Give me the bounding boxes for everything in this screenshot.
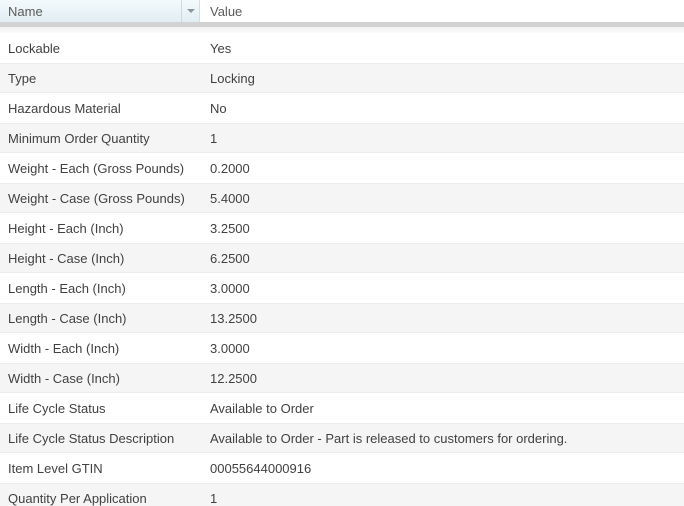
column-header-value[interactable]: Value	[200, 0, 684, 22]
value-cell: Yes	[210, 40, 232, 56]
name-cell: Weight - Case (Gross Pounds)	[8, 190, 185, 206]
name-cell: Minimum Order Quantity	[8, 130, 150, 146]
table-row[interactable]: Height - Case (Inch) 6.2500	[0, 243, 684, 273]
value-cell: 1	[210, 130, 218, 146]
name-cell: Quantity Per Application	[8, 490, 147, 506]
column-header-name-label: Name	[8, 3, 43, 19]
column-header-name[interactable]: Name	[0, 0, 200, 22]
table-row[interactable]: Height - Each (Inch) 3.2500	[0, 213, 684, 243]
name-cell: Life Cycle Status	[8, 400, 106, 416]
table-row[interactable]: Weight - Case (Gross Pounds) 5.4000	[0, 183, 684, 213]
table-row[interactable]: Life Cycle Status Description Available …	[0, 423, 684, 453]
value-cell: 3.0000	[210, 340, 250, 356]
grid-body: Lockable Yes Type Locking Hazardous Mate…	[0, 33, 684, 506]
table-row[interactable]: Width - Case (Inch) 12.2500	[0, 363, 684, 393]
table-row[interactable]: Minimum Order Quantity 1	[0, 123, 684, 153]
value-cell: Locking	[210, 70, 255, 86]
table-row[interactable]: Item Level GTIN 00055644000916	[0, 453, 684, 483]
value-cell: No	[210, 100, 227, 116]
grid-header: Name Value	[0, 0, 684, 22]
name-cell: Lockable	[8, 40, 61, 56]
value-cell: 1	[210, 490, 218, 506]
table-row[interactable]: Weight - Each (Gross Pounds) 0.2000	[0, 153, 684, 183]
name-cell: Weight - Each (Gross Pounds)	[8, 160, 185, 176]
name-cell: Length - Each (Inch)	[8, 280, 126, 296]
name-cell: Life Cycle Status Description	[8, 430, 175, 446]
attributes-grid: Name Value Lockable Yes Type Locking Haz…	[0, 0, 684, 506]
column-menu-trigger[interactable]	[181, 0, 199, 22]
value-cell: 5.4000	[210, 190, 250, 206]
value-cell: 13.2500	[210, 310, 257, 326]
value-cell: 3.2500	[210, 220, 250, 236]
value-cell: 12.2500	[210, 370, 257, 386]
table-row[interactable]: Width - Each (Inch) 3.0000	[0, 333, 684, 363]
name-cell: Hazardous Material	[8, 100, 121, 116]
table-row[interactable]: Life Cycle Status Available to Order	[0, 393, 684, 423]
value-cell: 00055644000916	[210, 460, 312, 476]
chevron-down-icon[interactable]	[186, 9, 195, 13]
name-cell: Height - Case (Inch)	[8, 250, 125, 266]
table-row[interactable]: Length - Each (Inch) 3.0000	[0, 273, 684, 303]
value-cell: 0.2000	[210, 160, 250, 176]
name-cell: Length - Case (Inch)	[8, 310, 127, 326]
table-row[interactable]: Hazardous Material No	[0, 93, 684, 123]
name-cell: Item Level GTIN	[8, 460, 103, 476]
value-cell: 3.0000	[210, 280, 250, 296]
table-row[interactable]: Lockable Yes	[0, 33, 684, 63]
value-cell: 6.2500	[210, 250, 250, 266]
value-cell: Available to Order	[210, 400, 314, 416]
name-cell: Height - Each (Inch)	[8, 220, 124, 236]
column-header-value-label: Value	[210, 3, 243, 19]
table-row[interactable]: Quantity Per Application 1	[0, 483, 684, 506]
name-cell: Width - Each (Inch)	[8, 340, 120, 356]
table-row[interactable]: Length - Case (Inch) 13.2500	[0, 303, 684, 333]
name-cell: Type	[8, 70, 37, 86]
name-cell: Width - Case (Inch)	[8, 370, 120, 386]
value-cell: Available to Order - Part is released to…	[210, 430, 568, 446]
table-row[interactable]: Type Locking	[0, 63, 684, 93]
